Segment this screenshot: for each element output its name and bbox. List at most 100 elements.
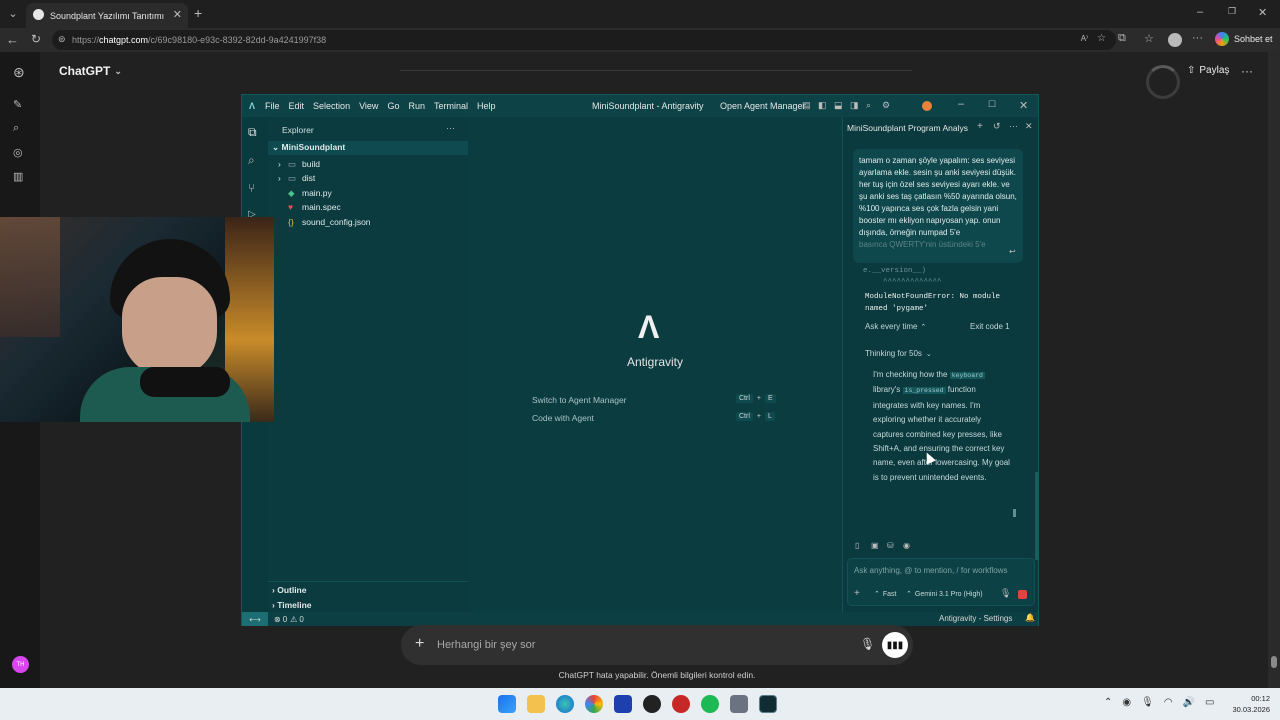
add-context-icon[interactable]: + (854, 588, 860, 599)
notepad-icon[interactable] (614, 695, 632, 713)
battery-icon[interactable]: ▭ (1205, 697, 1214, 708)
menu-file[interactable]: File (265, 101, 280, 111)
app-gray-icon[interactable] (730, 695, 748, 713)
menu-edit[interactable]: Edit (289, 101, 305, 111)
shortcut-agent-manager[interactable]: Switch to Agent Manager (532, 395, 627, 405)
new-tab-icon[interactable]: + (194, 5, 202, 21)
ide-close-icon[interactable]: ✕ (1019, 99, 1028, 112)
composer-placeholder[interactable]: Herhangi bir şey sor (437, 639, 535, 651)
address-bar[interactable]: ⊜ https://chatgpt.com/c/69c98180-e93c-83… (52, 30, 1116, 50)
close-tab-icon[interactable]: ✕ (173, 8, 182, 21)
dictate-microphone-icon[interactable]: 🎙 (860, 637, 875, 651)
favorite-star-icon[interactable]: ☆ (1097, 33, 1106, 44)
ide-maximize-icon[interactable]: ☐ (988, 99, 996, 110)
favorites-icon[interactable]: ☆ (1144, 32, 1154, 45)
attach-plus-icon[interactable]: + (415, 635, 424, 653)
menu-go[interactable]: Go (387, 101, 399, 111)
ask-every-time-toggle[interactable]: Ask every time ⌃ (865, 322, 926, 331)
page-scrollbar[interactable] (1268, 52, 1280, 688)
obs-icon[interactable] (643, 695, 661, 713)
history-icon[interactable]: ↺ (993, 121, 1001, 132)
app-red-icon[interactable] (672, 695, 690, 713)
layout-icon[interactable]: ▤ (802, 100, 811, 111)
start-icon[interactable] (498, 695, 516, 713)
copilot-chat-button[interactable]: Sohbet et (1215, 32, 1273, 46)
undo-icon[interactable]: ↩ (1009, 247, 1016, 256)
file-icon[interactable]: ▯ (855, 541, 859, 550)
menu-terminal[interactable]: Terminal (434, 101, 468, 111)
file-explorer-icon[interactable] (527, 695, 545, 713)
explorer-more-icon[interactable]: ··· (446, 123, 455, 133)
model-selector[interactable]: ⌃ Gemini 3.1 Pro (High) (906, 590, 983, 599)
close-agent-panel-icon[interactable]: ✕ (1025, 121, 1033, 132)
spotify-icon[interactable] (701, 695, 719, 713)
browser-tab[interactable]: Soundplant Yazılımı Tanıtımı ✕ (26, 3, 188, 28)
mode-selector[interactable]: ⌃ Fast (874, 590, 897, 599)
edge-icon[interactable] (556, 695, 574, 713)
explorer-root[interactable]: ⌄ MiniSoundplant (272, 142, 345, 157)
stop-button[interactable] (1018, 590, 1027, 599)
new-chat-icon[interactable]: ✎ (13, 98, 22, 111)
library-icon[interactable]: ▥ (13, 170, 23, 183)
agent-input-box[interactable]: Ask anything, @ to mention, / for workfl… (847, 558, 1035, 606)
chat-options-icon[interactable]: ··· (1241, 64, 1253, 78)
ide-minimize-icon[interactable]: – (958, 98, 964, 110)
tree-item-sound-config[interactable]: {} sound_config.json (288, 215, 371, 230)
agent-input-placeholder[interactable]: Ask anything, @ to mention, / for workfl… (854, 566, 1008, 575)
browser-icon[interactable]: ◉ (903, 541, 910, 550)
close-window-icon[interactable]: ✕ (1258, 6, 1267, 19)
chat-composer[interactable]: + Herhangi bir şey sor 🎙 ▮▮▮ (401, 625, 913, 665)
menu-selection[interactable]: Selection (313, 101, 350, 111)
warning-count[interactable]: 0 (299, 615, 303, 624)
voice-mode-button[interactable]: ▮▮▮ (882, 632, 908, 658)
search-icon[interactable]: ⌕ (866, 100, 871, 111)
search-view-icon[interactable]: ⌕ (248, 153, 255, 168)
scrollbar-thumb[interactable] (1271, 656, 1277, 668)
menu-run[interactable]: Run (408, 101, 425, 111)
menu-help[interactable]: Help (477, 101, 496, 111)
source-control-icon[interactable]: ⑂ (248, 181, 255, 195)
model-selector[interactable]: ChatGPT ⌄ (59, 64, 122, 78)
menu-view[interactable]: View (359, 101, 378, 111)
tree-item-main-spec[interactable]: ♥ main.spec (288, 200, 341, 215)
search-chats-icon[interactable]: ⌕ (13, 122, 19, 135)
thinking-toggle[interactable]: Thinking for 50s ⌄ (865, 349, 932, 358)
new-conversation-icon[interactable]: + (977, 121, 983, 132)
chrome-icon[interactable] (585, 695, 603, 713)
microphone-tray-icon[interactable]: 🎙 (1141, 697, 1154, 708)
back-icon[interactable]: ← (6, 32, 19, 47)
settings-gear-icon[interactable]: ⚙ (882, 100, 890, 111)
tree-item-build[interactable]: › ▭ build (278, 157, 320, 172)
wifi-icon[interactable]: ◠ (1164, 697, 1173, 708)
open-agent-manager-button[interactable]: Open Agent Manager (720, 101, 806, 111)
extensions-icon[interactable]: ⧉ (1118, 32, 1126, 45)
antigravity-settings-link[interactable]: Antigravity - Settings (939, 614, 1012, 623)
more-options-icon[interactable]: ··· (1192, 32, 1203, 44)
minimize-window-icon[interactable]: – (1197, 6, 1203, 18)
reload-icon[interactable]: ↻ (31, 32, 41, 46)
toggle-sidebar-icon[interactable]: ◧ (818, 100, 827, 111)
images-icon[interactable]: ◎ (13, 146, 23, 159)
tree-item-main-py[interactable]: ◆ main.py (288, 186, 332, 201)
notification-bell-icon[interactable]: 🔔 (1025, 613, 1035, 622)
agent-more-icon[interactable]: ··· (1009, 121, 1018, 131)
error-count[interactable]: 0 (283, 615, 287, 624)
thinking-scrollbar[interactable] (1013, 509, 1016, 517)
read-aloud-icon[interactable]: A⁾ (1081, 34, 1088, 43)
volume-icon[interactable]: 🔊 (1183, 697, 1195, 708)
remote-icon[interactable]: ⟷ (242, 612, 268, 626)
profile-avatar[interactable] (1168, 33, 1182, 47)
antigravity-taskbar-icon[interactable] (759, 695, 777, 713)
account-icon[interactable] (922, 101, 932, 111)
outline-section[interactable]: › Outline (272, 585, 306, 600)
tray-overflow-icon[interactable]: ⌃ (1104, 697, 1112, 708)
site-info-icon[interactable]: ⊜ (58, 34, 66, 45)
toggle-agent-panel-icon[interactable]: ◨ (850, 100, 859, 111)
context-icon[interactable]: ▣ (871, 541, 879, 550)
openai-logo-icon[interactable]: ⊛ (13, 64, 25, 81)
shortcut-code-with-agent[interactable]: Code with Agent (532, 413, 594, 423)
share-button[interactable]: ⇧ Paylaş (1187, 65, 1229, 76)
microphone-icon[interactable]: 🎙 (1000, 588, 1011, 599)
toggle-panel-icon[interactable]: ⬓ (834, 100, 843, 111)
clock[interactable]: 00:12 30.03.2026 (1226, 693, 1270, 715)
